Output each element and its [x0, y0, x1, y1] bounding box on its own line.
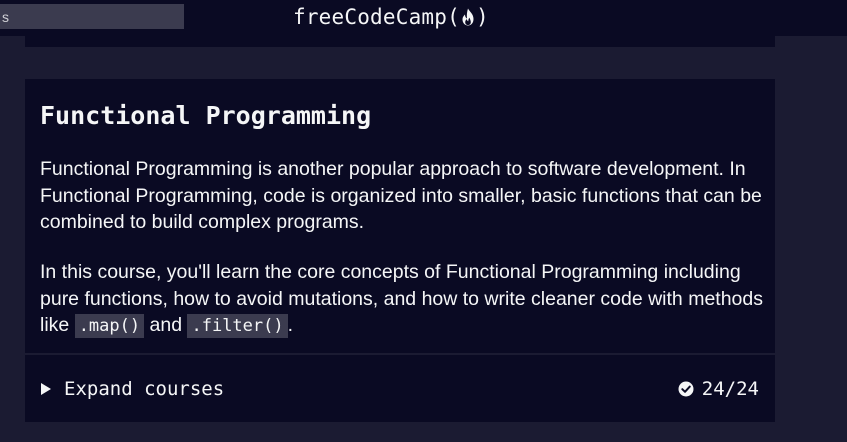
card-divider [25, 353, 775, 355]
card-description-2: In this course, you'll learn the core co… [40, 259, 768, 340]
card-description-1: Functional Programming is another popula… [40, 158, 762, 233]
brand-close-paren: ) [475, 5, 489, 29]
top-navbar: freeCodeCamp( ) [0, 0, 847, 36]
expand-courses-label: Expand courses [64, 378, 225, 400]
search-input[interactable] [0, 4, 184, 29]
triangle-right-icon [41, 383, 51, 395]
flame-icon [462, 8, 474, 26]
brand-open-paren: ( [447, 5, 460, 29]
expand-courses-button[interactable]: Expand courses [40, 374, 224, 404]
code-map: .map() [74, 314, 145, 338]
description-text-middle: and [144, 314, 188, 336]
code-filter: .filter() [187, 314, 288, 338]
progress-count: 24/24 [701, 378, 759, 400]
course-card: Functional Programming Functional Progra… [25, 79, 775, 422]
card-title: Functional Programming [40, 101, 372, 130]
description-text-after: . [287, 314, 294, 336]
brand-name: freeCodeCamp [293, 5, 448, 29]
check-circle-icon [678, 381, 694, 397]
brand-logo[interactable]: freeCodeCamp( ) [293, 3, 489, 31]
course-progress: 24/24 [678, 374, 759, 404]
